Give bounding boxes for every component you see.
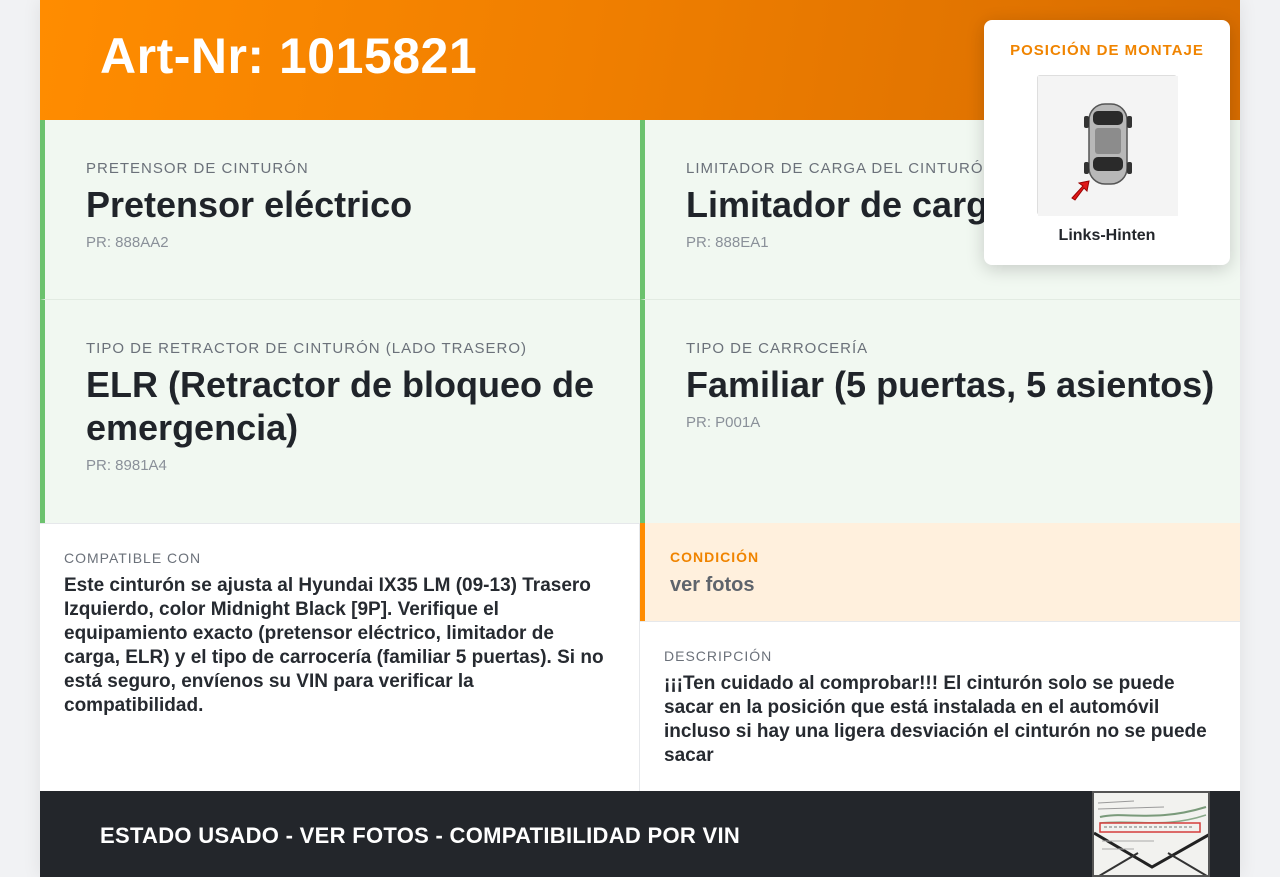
mounting-position-caption: Links-Hinten (1058, 227, 1156, 244)
compatibility-text: Este cinturón se ajusta al Hyundai IX35 … (64, 575, 604, 716)
condition-value: ver fotos (670, 574, 755, 596)
condition-label: CONDICIÓN (670, 549, 760, 565)
description-text: ¡¡¡Ten cuidado al comprobar!!! El cintur… (664, 673, 1207, 766)
description-label: DESCRIPCIÓN (664, 648, 773, 664)
spec-pr-code: PR: 8981A4 (86, 457, 167, 474)
footer-status-text: ESTADO USADO - VER FOTOS - COMPATIBILIDA… (100, 823, 741, 848)
condition-section: CONDICIÓN ver fotos (640, 523, 1240, 621)
spec-value: Pretensor eléctrico (86, 184, 413, 225)
footer-bar: ESTADO USADO - VER FOTOS - COMPATIBILIDA… (40, 791, 1240, 877)
description-section: DESCRIPCIÓN ¡¡¡Ten cuidado al comprobar!… (640, 621, 1240, 791)
document-thumbnail-image (1094, 793, 1208, 875)
mounting-position-title: POSICIÓN DE MONTAJE (1010, 42, 1204, 59)
compatibility-section: COMPATIBLE CON Este cinturón se ajusta a… (40, 523, 640, 791)
spec-value: Familiar (5 puertas, 5 asientos) (686, 364, 1215, 405)
car-top-view-icon (1037, 75, 1178, 216)
document-thumbnail[interactable] (1092, 791, 1210, 877)
article-number-title: Art-Nr: 1015821 (100, 28, 478, 84)
spec-value: ELR (Retractor de bloqueo de emergencia) (86, 364, 595, 448)
compatibility-label: COMPATIBLE CON (64, 550, 202, 566)
spec-pr-code: PR: 888AA2 (86, 234, 169, 251)
spec-label: PRETENSOR DE CINTURÓN (86, 160, 309, 177)
spec-card-pretensioner: PRETENSOR DE CINTURÓN Pretensor eléctric… (40, 120, 640, 300)
spec-card-body-type: TIPO DE CARROCERÍA Familiar (5 puertas, … (640, 300, 1240, 523)
spec-pr-code: PR: P001A (686, 414, 761, 431)
spec-label: TIPO DE RETRACTOR DE CINTURÓN (LADO TRAS… (86, 340, 527, 357)
mounting-position-popup: POSICIÓN DE MONTAJE Links-Hinten (984, 20, 1230, 265)
spec-card-retractor: TIPO DE RETRACTOR DE CINTURÓN (LADO TRAS… (40, 300, 640, 523)
spec-label: TIPO DE CARROCERÍA (686, 340, 869, 357)
